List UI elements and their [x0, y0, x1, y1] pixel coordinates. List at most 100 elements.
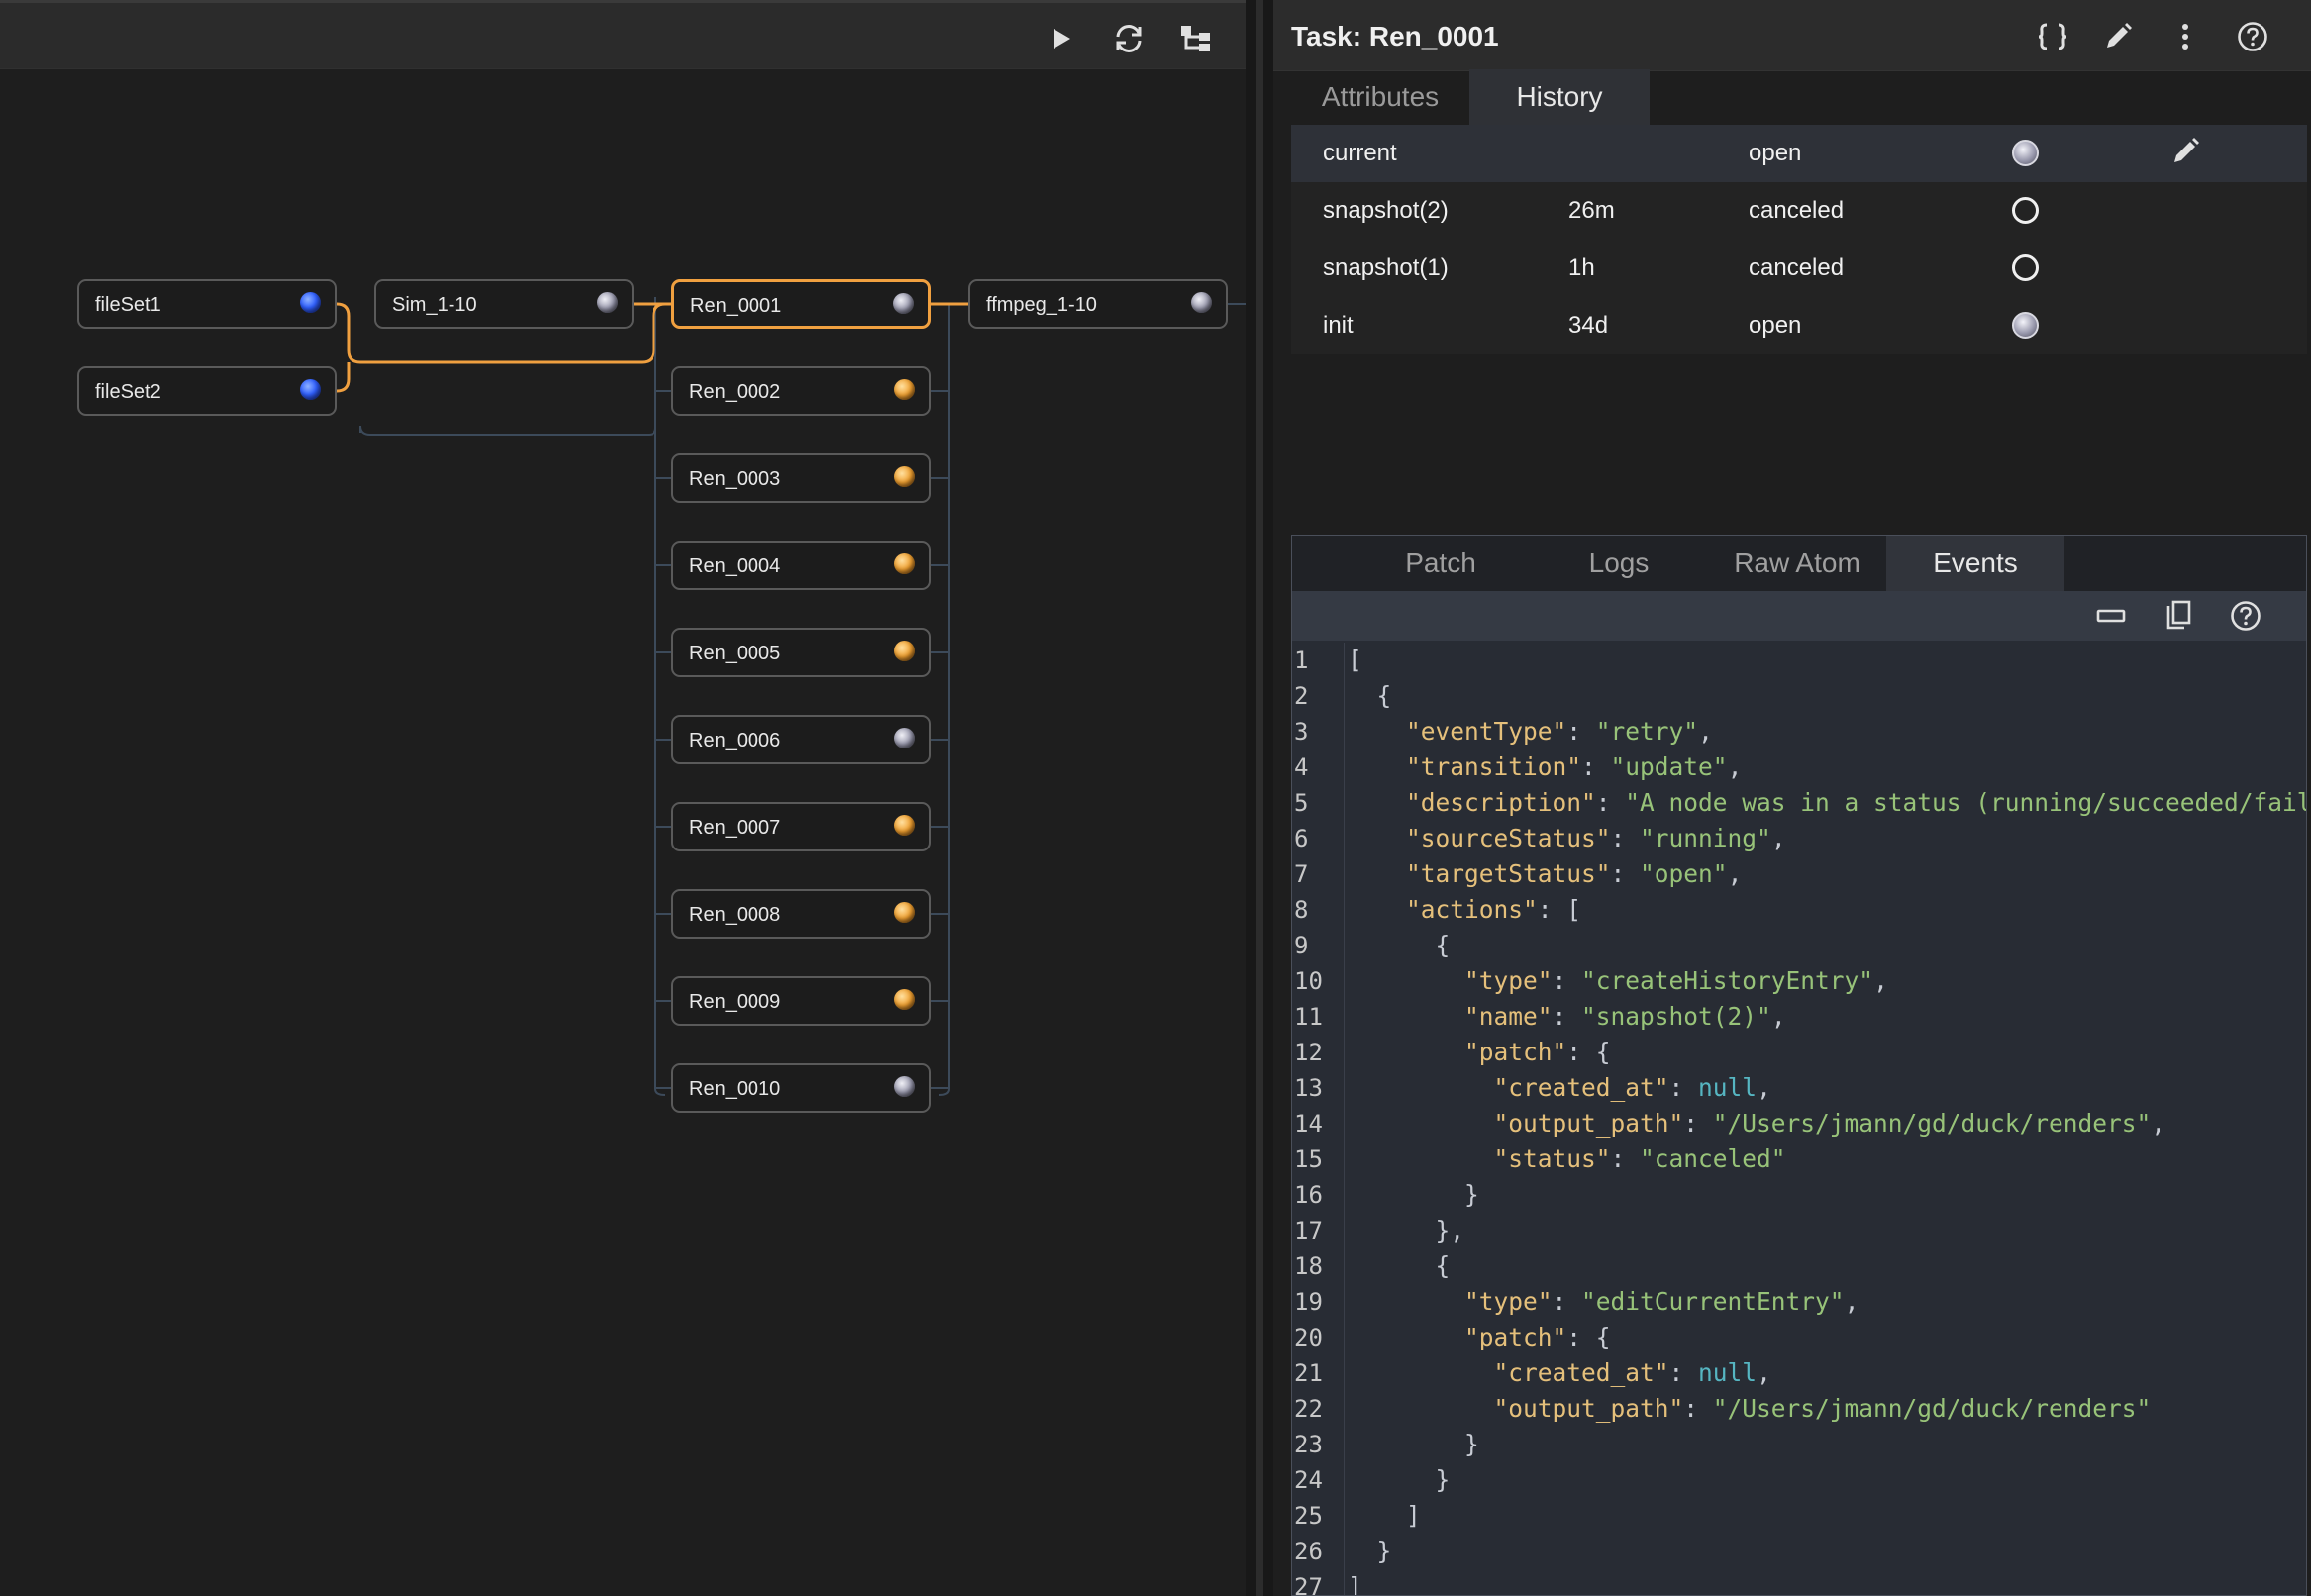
code-text: [ — [1348, 646, 1362, 674]
code-text: { — [1348, 931, 1451, 959]
graph-node[interactable]: Ren_0004 — [671, 541, 931, 590]
line-number: 7 — [1294, 860, 1309, 888]
code-text: ] — [1348, 1572, 1362, 1596]
edit-entry-icon[interactable] — [2170, 137, 2202, 168]
code-line: 13 "created_at": null, — [1292, 1070, 2306, 1106]
line-number: 21 — [1294, 1359, 1323, 1387]
line-number: 10 — [1294, 967, 1323, 995]
line-number: 14 — [1294, 1110, 1323, 1138]
graph-node[interactable]: Ren_0008 — [671, 889, 931, 939]
history-name: init — [1323, 312, 1354, 339]
graph-node[interactable]: Ren_0006 — [671, 715, 931, 764]
status-dot-icon — [894, 466, 915, 487]
code-text: { — [1348, 681, 1392, 710]
graph-canvas[interactable]: fileSet1 fileSet2 Sim_1-10 Ren_0001 Ren_0002… — [0, 69, 1246, 1596]
line-number: 26 — [1294, 1538, 1323, 1565]
code-line: 22 "output_path": "/Users/jmann/gd/duck/… — [1292, 1391, 2306, 1427]
more-vertical-icon[interactable] — [2162, 14, 2208, 59]
node-label: Ren_0008 — [689, 904, 781, 926]
help-icon[interactable] — [2230, 14, 2275, 59]
graph-node[interactable]: Ren_0005 — [671, 628, 931, 677]
graph-node[interactable]: fileSet2 — [77, 366, 337, 416]
code-viewer: Patch Logs Raw Atom Events 1 [2 {3 "ev… — [1291, 535, 2307, 1596]
status-dot-icon — [893, 293, 914, 314]
line-number: 22 — [1294, 1395, 1323, 1423]
help-icon[interactable] — [2225, 595, 2266, 637]
play-icon[interactable] — [1040, 17, 1083, 60]
node-label: fileSet1 — [95, 294, 161, 316]
status-dot-icon — [894, 902, 915, 923]
graph-node[interactable]: Ren_0002 — [671, 366, 931, 416]
line-number: 25 — [1294, 1502, 1323, 1530]
tab-patch[interactable]: Patch — [1352, 536, 1530, 591]
history-name: snapshot(1) — [1323, 254, 1449, 281]
tab-logs[interactable]: Logs — [1530, 536, 1708, 591]
tab-events[interactable]: Events — [1886, 536, 2064, 591]
code-line: 18 { — [1292, 1248, 2306, 1284]
refresh-icon[interactable] — [1107, 17, 1151, 60]
code-text: "status": "canceled" — [1493, 1145, 1786, 1173]
copy-icon[interactable] — [2158, 595, 2199, 637]
collapse-icon[interactable] — [2090, 595, 2132, 637]
code-line: 9 { — [1292, 928, 2306, 963]
task-tabs: Attributes History — [1291, 69, 2311, 125]
status-dot-icon — [894, 1076, 915, 1097]
history-name: current — [1323, 140, 1397, 166]
code-line: 10 "type": "createHistoryEntry", — [1292, 963, 2306, 999]
code-text: "eventType": "retry", — [1406, 717, 1713, 746]
line-number: 20 — [1294, 1324, 1323, 1351]
graph-node[interactable]: Ren_0007 — [671, 802, 931, 851]
graph-node[interactable]: Sim_1-10 — [374, 279, 634, 329]
history-name: snapshot(2) — [1323, 197, 1449, 224]
code-text: } — [1348, 1537, 1392, 1565]
code-text: "description": "A node was in a status (… — [1406, 788, 2307, 817]
history-row[interactable]: snapshot(1) 1h canceled — [1291, 240, 2307, 297]
line-number: 19 — [1294, 1288, 1323, 1316]
pencil-icon[interactable] — [2095, 14, 2141, 59]
graph-node[interactable]: ffmpeg_1-10 — [968, 279, 1228, 329]
status-dot-icon — [894, 815, 915, 836]
node-label: Ren_0005 — [689, 643, 781, 664]
graph-node[interactable]: Ren_0001 — [671, 279, 931, 329]
node-label: Ren_0002 — [689, 381, 781, 403]
status-dot-icon — [894, 989, 915, 1010]
line-number: 18 — [1294, 1252, 1323, 1280]
history-row[interactable]: init 34d open — [1291, 297, 2307, 354]
line-number: 16 — [1294, 1181, 1323, 1209]
node-label: Sim_1-10 — [392, 294, 477, 316]
selected-edge — [336, 362, 351, 393]
line-number: 13 — [1294, 1074, 1323, 1102]
line-number: 15 — [1294, 1146, 1323, 1173]
code-line: 25 ] — [1292, 1498, 2306, 1534]
code-line: 4 "transition": "update", — [1292, 749, 2306, 785]
code-line: 3 "eventType": "retry", — [1292, 714, 2306, 749]
graph-node[interactable]: Ren_0010 — [671, 1063, 931, 1113]
tree-layout-icon[interactable] — [1174, 17, 1218, 60]
code-line: 17 }, — [1292, 1213, 2306, 1248]
node-label: ffmpeg_1-10 — [986, 294, 1097, 316]
tab-raw-atom[interactable]: Raw Atom — [1708, 536, 1886, 591]
graph-node[interactable]: Ren_0009 — [671, 976, 931, 1026]
code-tabs: Patch Logs Raw Atom Events — [1292, 536, 2306, 591]
code-text: "actions": [ — [1406, 895, 1582, 924]
pane-splitter[interactable] — [1246, 0, 1273, 1596]
graph-node[interactable]: fileSet1 — [77, 279, 337, 329]
code-text: "type": "createHistoryEntry", — [1464, 966, 1888, 995]
code-line: 12 "patch": { — [1292, 1035, 2306, 1070]
line-number: 23 — [1294, 1431, 1323, 1458]
history-row[interactable]: current open — [1291, 125, 2307, 182]
graph-node[interactable]: Ren_0003 — [671, 453, 931, 503]
status-dot-icon — [300, 379, 321, 400]
tab-attributes[interactable]: Attributes — [1291, 69, 1469, 125]
status-dot-icon — [894, 553, 915, 574]
code-text: "created_at": null, — [1493, 1073, 1771, 1102]
tab-history[interactable]: History — [1469, 69, 1650, 125]
code-text: "type": "editCurrentEntry", — [1464, 1287, 1859, 1316]
code-body[interactable]: 1[2 {3 "eventType": "retry", 4 "transitio… — [1292, 643, 2307, 1596]
braces-icon[interactable] — [2030, 14, 2075, 59]
code-text: "patch": { — [1464, 1323, 1611, 1351]
history-age: 26m — [1568, 197, 1615, 224]
node-label: Ren_0010 — [689, 1078, 781, 1100]
history-row[interactable]: snapshot(2) 26m canceled — [1291, 182, 2307, 240]
line-number: 1 — [1294, 647, 1309, 674]
